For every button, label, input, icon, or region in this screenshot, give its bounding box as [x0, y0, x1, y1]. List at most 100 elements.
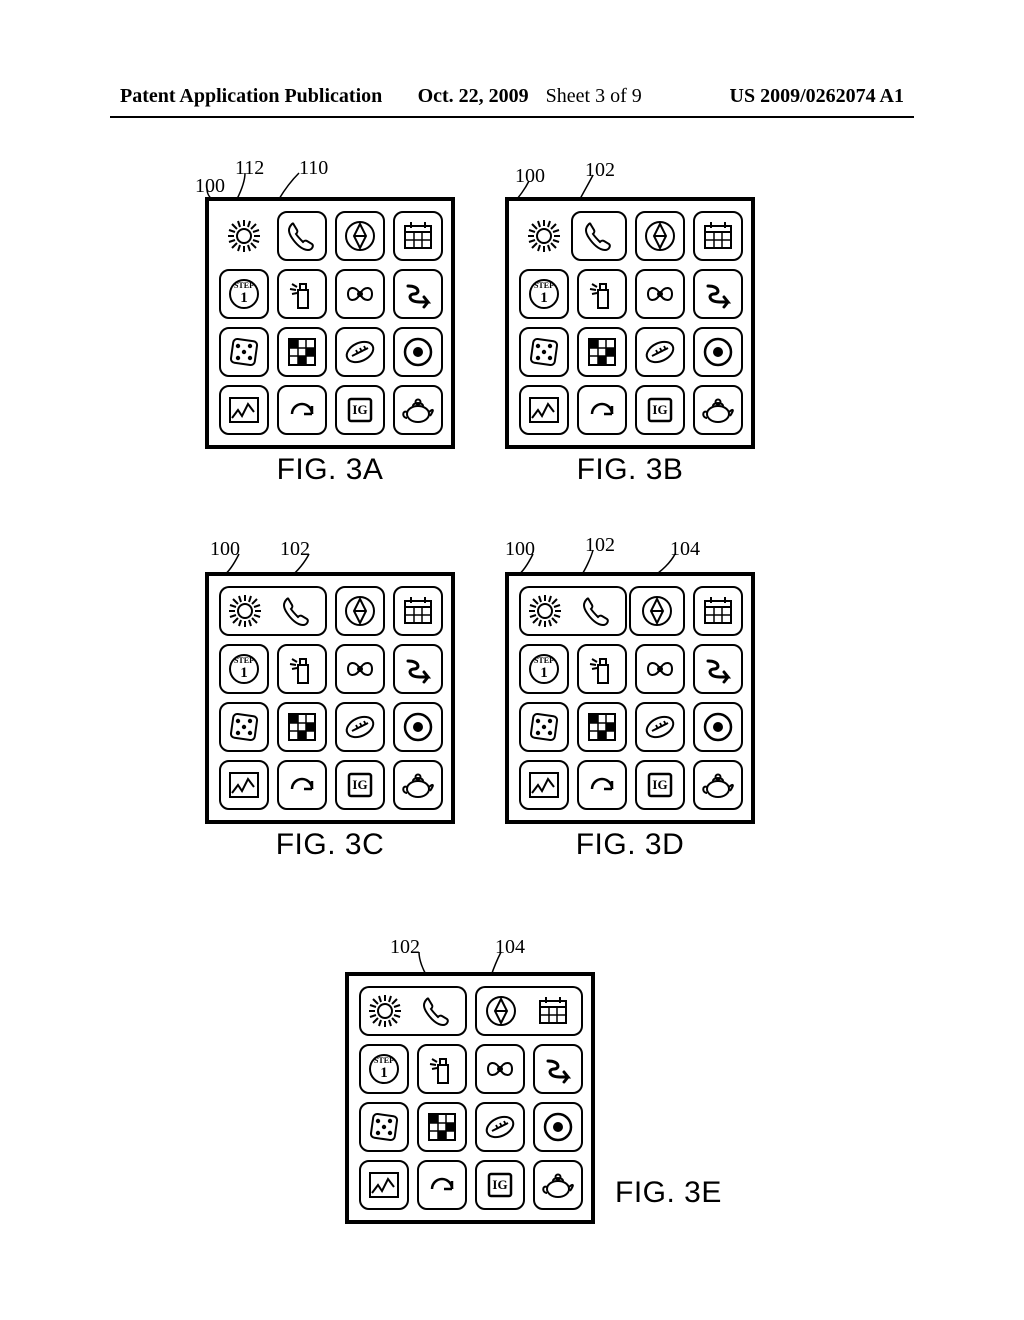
football-icon[interactable]: [635, 702, 685, 752]
redo-icon[interactable]: [277, 385, 327, 435]
chart-icon[interactable]: [519, 760, 569, 810]
calendar-icon[interactable]: [393, 586, 443, 636]
compass-icon[interactable]: [335, 586, 385, 636]
dice-icon[interactable]: [219, 327, 269, 377]
football-icon[interactable]: [335, 327, 385, 377]
step1-icon[interactable]: STEP 1: [219, 269, 269, 319]
home-icon-grid: STEP 1 IG: [219, 586, 441, 810]
phone-icon[interactable]: [269, 586, 327, 636]
step1-label-bottom: 1: [226, 665, 262, 682]
bow-icon[interactable]: [635, 269, 685, 319]
device-outline: STEP 1 IG: [205, 197, 455, 449]
teapot-icon[interactable]: [393, 760, 443, 810]
chart-icon[interactable]: [519, 385, 569, 435]
redo-icon[interactable]: [577, 760, 627, 810]
device-outline: STEP 1 IG: [345, 972, 595, 1224]
phone-icon[interactable]: [409, 986, 467, 1036]
chart-icon[interactable]: [359, 1160, 409, 1210]
step1-icon[interactable]: STEP 1: [519, 269, 569, 319]
bow-icon[interactable]: [335, 644, 385, 694]
sunflower-icon[interactable]: [219, 586, 269, 636]
spray-icon[interactable]: [417, 1044, 467, 1094]
record-icon[interactable]: [693, 327, 743, 377]
crossword-icon[interactable]: [417, 1102, 467, 1152]
record-icon[interactable]: [393, 327, 443, 377]
phone-icon[interactable]: [571, 211, 627, 261]
step1-icon[interactable]: STEP 1: [219, 644, 269, 694]
dice-icon[interactable]: [519, 702, 569, 752]
ig-icon[interactable]: IG: [335, 760, 385, 810]
redo-icon[interactable]: [577, 385, 627, 435]
s-arrow-icon[interactable]: [393, 644, 443, 694]
sunflower-icon[interactable]: [219, 211, 269, 261]
step1-label-top: STEP: [366, 1056, 402, 1065]
chart-icon[interactable]: [219, 385, 269, 435]
ig-icon[interactable]: IG: [635, 385, 685, 435]
step1-label-top: STEP: [226, 281, 262, 290]
teapot-icon[interactable]: [533, 1160, 583, 1210]
phone-icon[interactable]: [277, 211, 327, 261]
bow-icon[interactable]: [635, 644, 685, 694]
home-icon-grid: STEP 1 IG: [219, 211, 441, 435]
home-icon-grid: STEP 1 IG: [359, 986, 581, 1210]
spray-icon[interactable]: [577, 644, 627, 694]
dice-icon[interactable]: [519, 327, 569, 377]
figure-3b: 100 102 STEP 1: [505, 155, 755, 487]
ig-label: IG: [342, 777, 378, 793]
bow-icon[interactable]: [335, 269, 385, 319]
teapot-icon[interactable]: [693, 385, 743, 435]
teapot-icon[interactable]: [393, 385, 443, 435]
spray-icon[interactable]: [277, 269, 327, 319]
step1-label-bottom: 1: [526, 665, 562, 682]
crossword-icon[interactable]: [277, 702, 327, 752]
compass-icon[interactable]: [629, 586, 685, 636]
redo-icon[interactable]: [277, 760, 327, 810]
compass-icon[interactable]: [475, 986, 525, 1036]
ig-icon[interactable]: IG: [635, 760, 685, 810]
ref-labels-3b: 100 102: [505, 155, 755, 197]
spray-icon[interactable]: [577, 269, 627, 319]
dice-icon[interactable]: [359, 1102, 409, 1152]
calendar-icon[interactable]: [693, 211, 743, 261]
sunflower-icon[interactable]: [519, 586, 569, 636]
football-icon[interactable]: [635, 327, 685, 377]
record-icon[interactable]: [393, 702, 443, 752]
s-arrow-icon[interactable]: [693, 269, 743, 319]
record-icon[interactable]: [533, 1102, 583, 1152]
football-icon[interactable]: [335, 702, 385, 752]
crossword-icon[interactable]: [277, 327, 327, 377]
calendar-icon[interactable]: [693, 586, 743, 636]
figure-caption: FIG. 3C: [205, 828, 455, 862]
ig-icon[interactable]: IG: [475, 1160, 525, 1210]
sunflower-icon[interactable]: [519, 211, 569, 261]
publication-date: Oct. 22, 2009: [418, 85, 529, 108]
compass-icon[interactable]: [335, 211, 385, 261]
ig-label: IG: [482, 1177, 518, 1193]
teapot-icon[interactable]: [693, 760, 743, 810]
step1-icon[interactable]: STEP 1: [359, 1044, 409, 1094]
compass-icon[interactable]: [635, 211, 685, 261]
ig-icon[interactable]: IG: [335, 385, 385, 435]
crossword-icon[interactable]: [577, 327, 627, 377]
s-arrow-icon[interactable]: [393, 269, 443, 319]
calendar-icon[interactable]: [393, 211, 443, 261]
phone-icon[interactable]: [569, 586, 627, 636]
crossword-icon[interactable]: [577, 702, 627, 752]
figure-3d: 100 102 104 STEP 1: [505, 530, 755, 862]
bow-icon[interactable]: [475, 1044, 525, 1094]
s-arrow-icon[interactable]: [693, 644, 743, 694]
calendar-icon[interactable]: [525, 986, 583, 1036]
ig-label: IG: [642, 777, 678, 793]
spray-icon[interactable]: [277, 644, 327, 694]
football-icon[interactable]: [475, 1102, 525, 1152]
device-outline: STEP 1 IG: [505, 572, 755, 824]
ref-labels-3e: 102 104: [345, 930, 595, 972]
step1-icon[interactable]: STEP 1: [519, 644, 569, 694]
dice-icon[interactable]: [219, 702, 269, 752]
record-icon[interactable]: [693, 702, 743, 752]
figure-3c: 100 102 STEP 1: [205, 530, 455, 862]
sunflower-icon[interactable]: [359, 986, 409, 1036]
s-arrow-icon[interactable]: [533, 1044, 583, 1094]
chart-icon[interactable]: [219, 760, 269, 810]
redo-icon[interactable]: [417, 1160, 467, 1210]
